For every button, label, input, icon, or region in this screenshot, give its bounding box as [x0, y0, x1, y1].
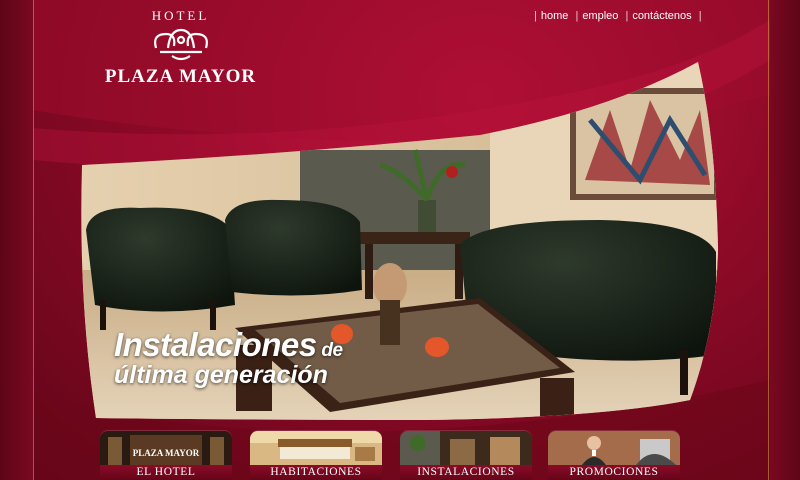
headline-de: de — [316, 340, 343, 361]
el-hotel-thumbnail: PLAZA MAYOR — [100, 431, 232, 465]
tab-promociones-label: PROMOCIONES — [548, 465, 680, 480]
tab-el-hotel[interactable]: PLAZA MAYOR EL HOTEL — [100, 431, 232, 480]
headline-main: Instalaciones — [114, 326, 317, 363]
logo-top-line: HOTEL — [151, 8, 210, 23]
nav-home-link[interactable]: home — [541, 10, 569, 22]
tab-instalaciones-label: INSTALACIONES — [400, 465, 532, 480]
tab-instalaciones[interactable]: INSTALACIONES — [400, 431, 532, 480]
instalaciones-thumbnail — [400, 431, 532, 465]
thumb-logo-text: PLAZA MAYOR — [133, 448, 200, 458]
headline-sub: última generación — [114, 360, 328, 389]
nav-contact-link[interactable]: contáctenos — [632, 10, 691, 22]
tab-promociones[interactable]: PROMOCIONES — [548, 431, 680, 480]
logo-name: PLAZA MAYOR — [104, 66, 257, 87]
nav-empleo-link[interactable]: empleo — [582, 10, 618, 22]
promociones-thumbnail — [548, 431, 680, 465]
hotel-logo[interactable]: HOTEL PLAZA MAYOR — [98, 8, 263, 88]
crest-icon — [153, 28, 208, 61]
hero-headline: Instalaciones de última generación — [114, 326, 343, 389]
tab-el-hotel-label: EL HOTEL — [100, 465, 232, 480]
top-nav: | home | empleo | contáctenos | — [534, 10, 702, 22]
page: HOTEL PLAZA MAYOR | home | empleo | contáct… — [0, 0, 800, 480]
tab-habitaciones[interactable]: HABITACIONES — [250, 431, 382, 480]
tab-habitaciones-label: HABITACIONES — [250, 465, 382, 480]
habitaciones-thumbnail — [250, 431, 382, 465]
